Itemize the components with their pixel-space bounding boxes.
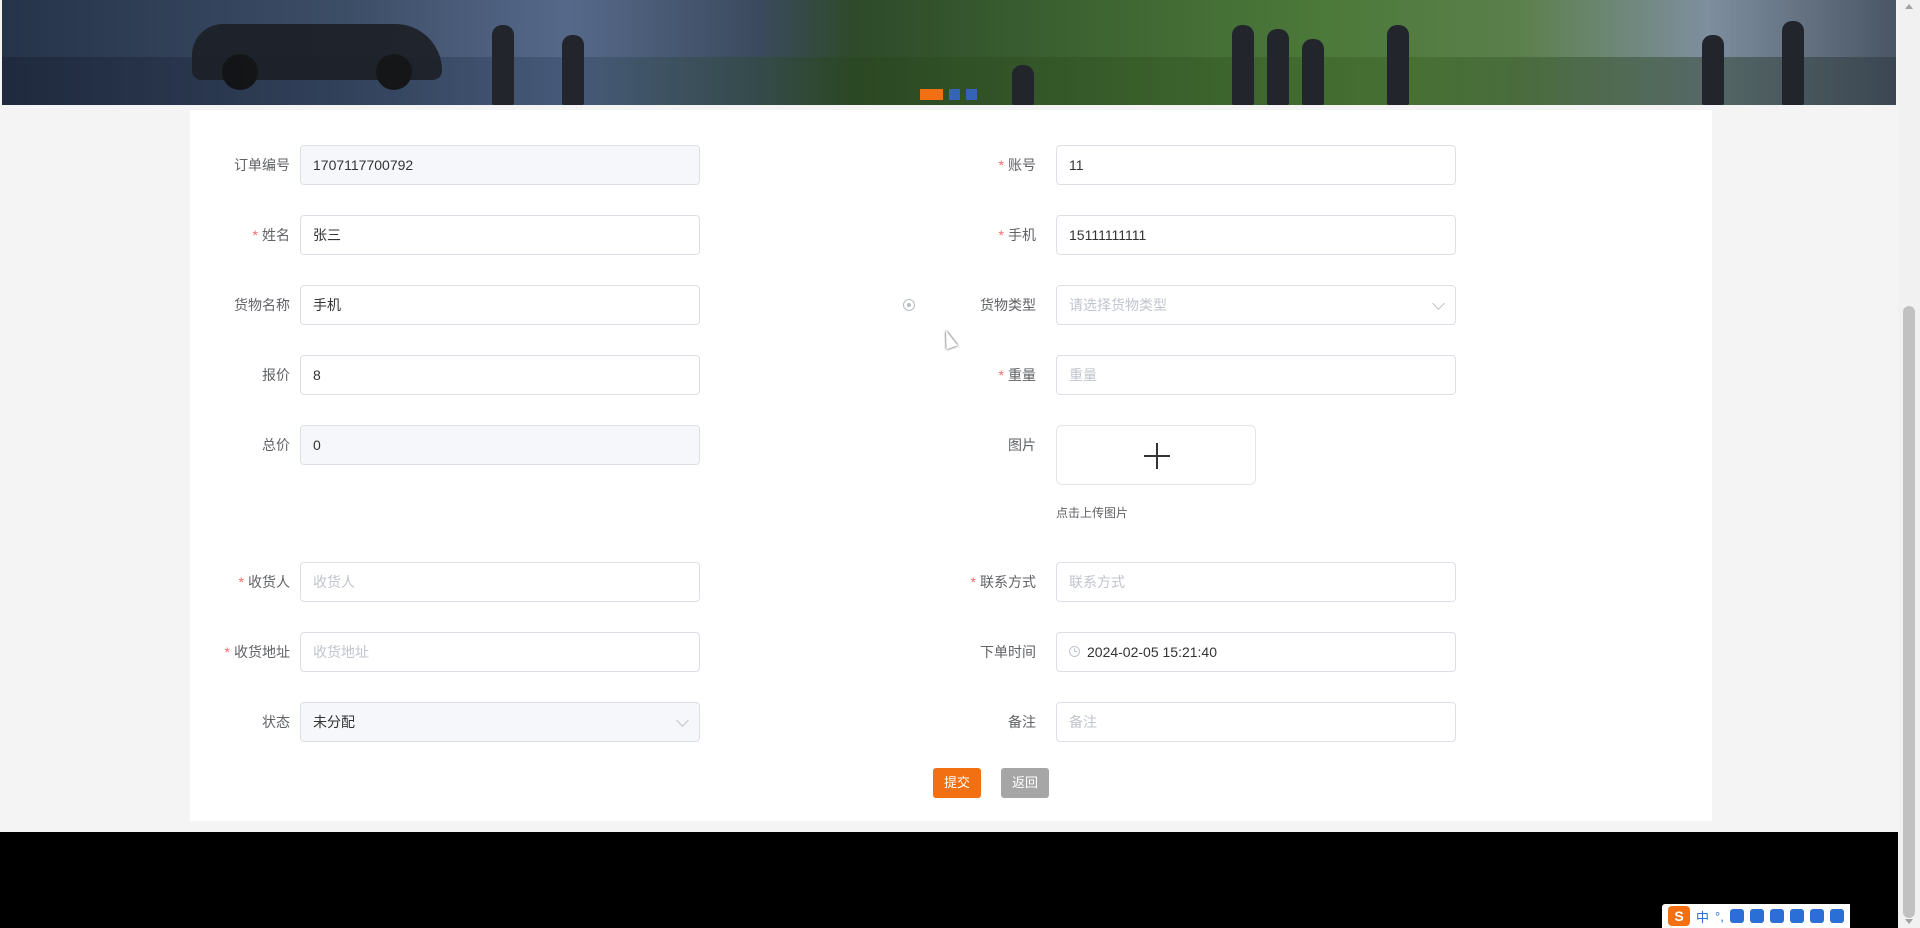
banner-person <box>1267 29 1289 105</box>
grid-icon[interactable] <box>1809 909 1824 923</box>
scroll-down-arrow-icon[interactable] <box>1905 919 1913 924</box>
sogou-logo-icon[interactable]: S <box>1668 906 1690 926</box>
phone-input[interactable] <box>1056 215 1456 255</box>
back-button[interactable]: 返回 <box>1001 768 1049 798</box>
ime-toolbar[interactable]: S 中 °, <box>1662 904 1850 928</box>
banner-car-image <box>192 24 442 90</box>
skin-icon[interactable] <box>1769 909 1784 923</box>
chevron-down-icon <box>676 714 689 727</box>
goods-name-label: 货物名称 <box>234 297 290 313</box>
banner-person <box>1387 25 1409 105</box>
banner-person <box>1782 21 1804 105</box>
settings-icon[interactable] <box>1829 909 1844 923</box>
clear-circle-icon[interactable] <box>903 299 915 311</box>
microphone-icon[interactable] <box>1729 909 1744 923</box>
price-input[interactable] <box>300 355 700 395</box>
carousel-dot-2[interactable] <box>949 89 960 100</box>
phone-label: * 手机 <box>998 227 1036 243</box>
banner-person <box>1702 35 1724 105</box>
address-label: * 收货地址 <box>224 644 290 660</box>
status-label: 状态 <box>262 714 290 730</box>
goods-type-placeholder: 请选择货物类型 <box>1069 297 1167 313</box>
clock-icon <box>1069 646 1080 657</box>
carousel-dot-3[interactable] <box>966 89 977 100</box>
order-no-label: 订单编号 <box>234 157 290 173</box>
plus-icon-vertical <box>1156 443 1158 469</box>
status-select[interactable]: 未分配 <box>300 702 700 742</box>
carousel-indicators <box>920 89 977 100</box>
total-label: 总价 <box>262 437 290 453</box>
remark-label: 备注 <box>1008 714 1036 730</box>
name-input[interactable] <box>300 215 700 255</box>
order-time-picker[interactable]: 2024-02-05 15:21:40 <box>1056 632 1456 672</box>
banner-person <box>562 35 584 105</box>
total-input[interactable] <box>300 425 700 465</box>
scroll-up-arrow-icon[interactable] <box>1905 4 1913 9</box>
banner-person <box>1232 25 1254 105</box>
price-label: 报价 <box>262 367 290 383</box>
order-time-label: 下单时间 <box>980 644 1036 660</box>
receiver-input[interactable] <box>300 562 700 602</box>
order-no-input[interactable] <box>300 145 700 185</box>
account-label: * 账号 <box>998 157 1036 173</box>
banner-person <box>1302 39 1324 105</box>
banner-person <box>492 25 514 105</box>
goods-name-input[interactable] <box>300 285 700 325</box>
contact-input[interactable] <box>1056 562 1456 602</box>
goods-type-select[interactable]: 请选择货物类型 <box>1056 285 1456 325</box>
ime-punctuation[interactable]: °, <box>1715 909 1724 924</box>
scroll-thumb[interactable] <box>1903 306 1915 918</box>
weight-input[interactable] <box>1056 355 1456 395</box>
remark-input[interactable] <box>1056 702 1456 742</box>
banner-person <box>1012 65 1034 105</box>
carousel-dot-1[interactable] <box>920 89 943 100</box>
image-upload-button[interactable] <box>1056 425 1256 485</box>
submit-button[interactable]: 提交 <box>933 768 981 798</box>
keyboard-icon[interactable] <box>1749 909 1764 923</box>
status-value: 未分配 <box>313 714 355 730</box>
account-input[interactable] <box>1056 145 1456 185</box>
receiver-label: * 收货人 <box>238 574 290 590</box>
contact-label: * 联系方式 <box>970 574 1036 590</box>
goods-type-label: 货物类型 <box>980 297 1036 313</box>
ime-mode[interactable]: 中 <box>1696 907 1709 926</box>
page-footer <box>0 832 1898 928</box>
weight-label: * 重量 <box>998 367 1036 383</box>
order-time-value: 2024-02-05 15:21:40 <box>1087 644 1217 660</box>
order-form-card: 订单编号 *账号 *姓名 *手机 货物名称 货物类型 请选择货物类型 报价 *重… <box>190 110 1712 821</box>
chevron-down-icon <box>1432 297 1445 310</box>
address-input[interactable] <box>300 632 700 672</box>
name-label: * 姓名 <box>252 227 290 243</box>
image-label: 图片 <box>1008 437 1036 453</box>
assistant-icon[interactable] <box>1789 909 1804 923</box>
vertical-scrollbar[interactable] <box>1898 0 1920 928</box>
upload-tip: 点击上传图片 <box>1056 506 1129 520</box>
